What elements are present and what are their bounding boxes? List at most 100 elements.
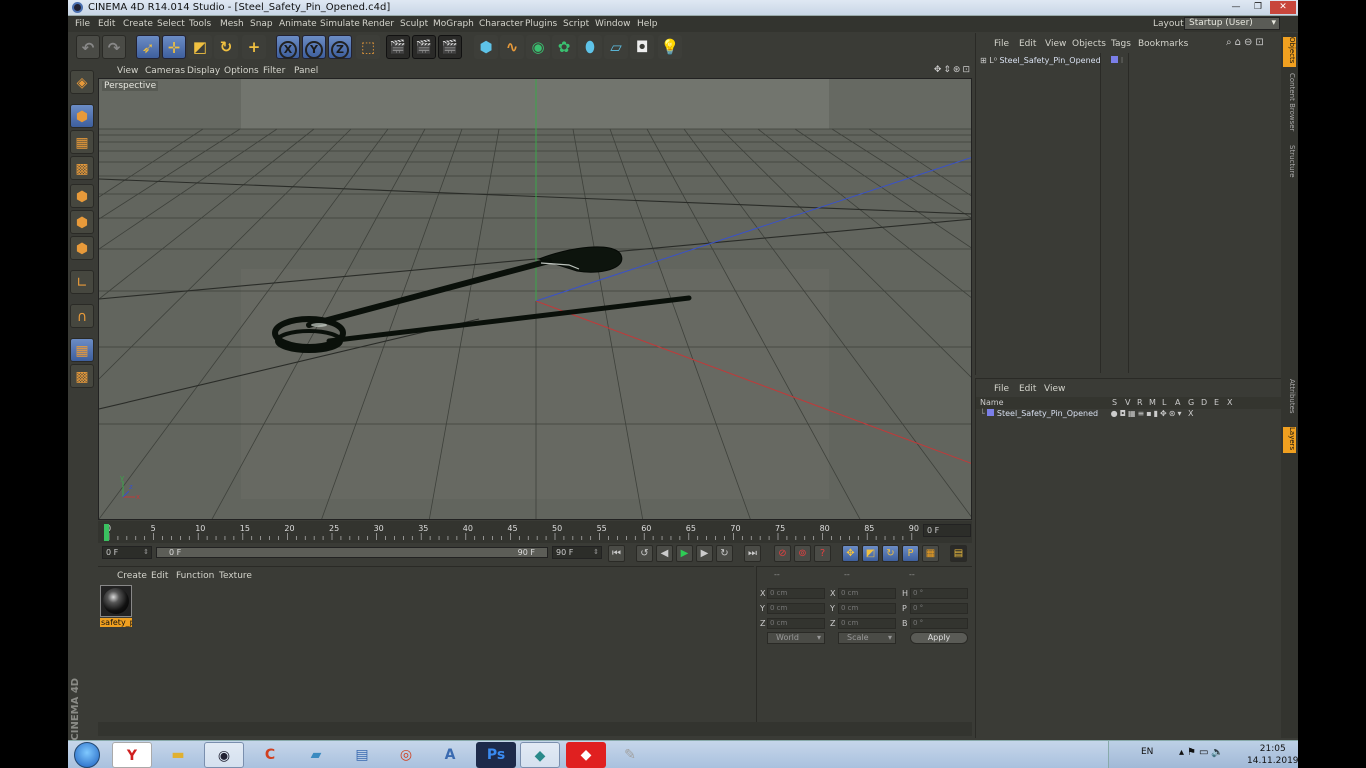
apply-button[interactable]: Apply (910, 632, 968, 644)
tab-objects[interactable]: Objects (1283, 37, 1296, 67)
cinema4d-secondary-icon[interactable]: ◆ (520, 742, 560, 768)
notepad-icon[interactable]: ▰ (296, 742, 336, 768)
floor-icon[interactable]: ▱ (604, 35, 628, 59)
record-active-objects-icon[interactable]: ⊘ (774, 545, 791, 562)
viewport-menu-cameras[interactable]: Cameras (145, 66, 185, 76)
material-menu-texture[interactable]: Texture (219, 571, 252, 581)
menu-select[interactable]: Select (157, 19, 185, 29)
x-axis-lock-button[interactable]: X (276, 35, 300, 59)
mograph-cloner-icon[interactable]: ✿ (552, 35, 576, 59)
minimize-button[interactable]: — (1226, 1, 1246, 14)
timeline-playhead[interactable] (104, 524, 109, 541)
object-menu-view[interactable]: View (1045, 39, 1066, 49)
texture-mode-icon[interactable]: ▦ (70, 130, 94, 154)
spline-pen-icon[interactable]: ∿ (500, 35, 524, 59)
viewport-menu-display[interactable]: Display (187, 66, 220, 76)
workplane-mode-icon[interactable]: ▩ (70, 156, 94, 180)
material-name-label[interactable]: safety_p (100, 618, 132, 627)
key-point-level-icon[interactable]: ▦ (922, 545, 939, 562)
polygons-mode-icon[interactable]: ⬢ (70, 236, 94, 260)
layout-select[interactable]: Startup (User) (1184, 17, 1280, 30)
coordinate-system-icon[interactable]: ⬚ (356, 35, 380, 59)
start-frame-field[interactable]: 0 F (102, 546, 152, 559)
camera-icon[interactable]: ◘ (630, 35, 654, 59)
redo-icon[interactable]: ↷ (102, 35, 126, 59)
key-parameter-icon[interactable]: P (902, 545, 919, 562)
menu-create[interactable]: Create (123, 19, 153, 29)
yandex-browser-icon[interactable]: Y (112, 742, 152, 768)
rotate-icon[interactable]: ↻ (214, 35, 238, 59)
viewport-menu-options[interactable]: Options (224, 66, 259, 76)
scale-icon[interactable]: ◩ (188, 35, 212, 59)
timeline-ruler[interactable]: 051015202530354045505560657075808590 (98, 521, 972, 543)
next-frame-icon[interactable]: ▶ (696, 545, 713, 562)
rotation-h-field[interactable]: 0 ° (910, 588, 968, 599)
menu-file[interactable]: File (75, 19, 90, 29)
points-mode-icon[interactable]: ⬢ (70, 184, 94, 208)
position-x-field[interactable]: 0 cm (767, 588, 825, 599)
cinema4d-taskbar-icon[interactable]: ◉ (204, 742, 244, 768)
model-mode-icon[interactable]: ⬢ (70, 104, 94, 128)
layer-list-item[interactable]: └ Steel_Safety_Pin_Opened ●◘▦≡▪▮✥⊛▾ X (980, 409, 1196, 418)
viewport-menu-panel[interactable]: Panel (294, 66, 318, 76)
z-axis-lock-button[interactable]: Z (328, 35, 352, 59)
rotation-p-field[interactable]: 0 ° (910, 603, 968, 614)
ccleaner-icon[interactable]: C (250, 742, 290, 768)
viewport-navigation-icons[interactable]: ✥⇕⊛⊡ (934, 65, 972, 75)
clock[interactable]: 21:05 14.11.2019 (1247, 743, 1299, 767)
make-editable-icon[interactable]: ◈ (70, 70, 94, 94)
object-manager-nav-icons[interactable]: ⌕⌂⊖⊡ (1226, 37, 1267, 48)
live-selection-icon[interactable]: ➶ (136, 35, 160, 59)
menu-edit[interactable]: Edit (98, 19, 115, 29)
deformer-icon[interactable]: ⬮ (578, 35, 602, 59)
maximize-button[interactable]: ❐ (1248, 1, 1268, 14)
timeline-window-icon[interactable]: ▤ (950, 545, 967, 562)
document-icon[interactable]: ▤ (342, 742, 382, 768)
photoshop-icon[interactable]: Ps (476, 742, 516, 768)
start-button[interactable] (74, 742, 100, 768)
render-settings-icon[interactable]: 🎬 (438, 35, 462, 59)
play-icon[interactable]: ▶ (676, 545, 693, 562)
rotation-b-field[interactable]: 0 ° (910, 618, 968, 629)
go-to-start-icon[interactable]: ⏮ (608, 545, 625, 562)
undo-icon[interactable]: ↶ (76, 35, 100, 59)
workplane-lock-icon[interactable]: ▦ (70, 338, 94, 362)
menu-plugins[interactable]: Plugins (525, 19, 557, 29)
menu-sculpt[interactable]: Sculpt (400, 19, 428, 29)
material-menu-create[interactable]: Create (117, 571, 147, 581)
material-menu-edit[interactable]: Edit (151, 571, 168, 581)
object-menu-edit[interactable]: Edit (1019, 39, 1036, 49)
perspective-viewport[interactable]: y x z Perspective (98, 78, 972, 520)
wordpad-icon[interactable]: A (430, 742, 470, 768)
menu-tools[interactable]: Tools (189, 19, 211, 29)
menu-window[interactable]: Window (595, 19, 631, 29)
menu-mesh[interactable]: Mesh (220, 19, 244, 29)
tray-icons[interactable]: ▴⚑▭🔈 (1179, 747, 1227, 758)
file-explorer-icon[interactable]: ▬ (158, 742, 198, 768)
y-axis-lock-button[interactable]: Y (302, 35, 326, 59)
move-icon[interactable]: ✛ (162, 35, 186, 59)
layer-menu-file[interactable]: File (994, 384, 1009, 394)
layer-toggle-icons[interactable]: ●◘▦≡▪▮✥⊛▾ X (1111, 409, 1196, 418)
edges-mode-icon[interactable]: ⬢ (70, 210, 94, 234)
menu-help[interactable]: Help (637, 19, 658, 29)
position-y-field[interactable]: 0 cm (767, 603, 825, 614)
close-button[interactable]: ✕ (1270, 1, 1296, 14)
media-icon[interactable]: ◎ (386, 742, 426, 768)
tab-content-browser[interactable]: Content Browser (1283, 73, 1296, 139)
size-mode-dropdown[interactable]: Scale (838, 632, 896, 644)
render-view-icon[interactable]: 🎬 (386, 35, 410, 59)
menu-animate[interactable]: Animate (279, 19, 317, 29)
size-z-field[interactable]: 0 cm (838, 618, 896, 629)
position-z-field[interactable]: 0 cm (767, 618, 825, 629)
subdivision-surface-icon[interactable]: ◉ (526, 35, 550, 59)
object-menu-bookmarks[interactable]: Bookmarks (1138, 39, 1188, 49)
size-x-field[interactable]: 0 cm (838, 588, 896, 599)
tab-attributes[interactable]: Attributes (1283, 379, 1296, 421)
end-frame-field[interactable]: 90 F (552, 546, 602, 559)
cube-primitive-icon[interactable]: ⬢ (474, 35, 498, 59)
snap-magnet-icon[interactable]: ∩ (70, 304, 94, 328)
preview-range-slider[interactable]: 0 F 90 F (156, 547, 548, 558)
previous-frame-icon[interactable]: ◀ (656, 545, 673, 562)
object-menu-objects[interactable]: Objects (1072, 39, 1106, 49)
